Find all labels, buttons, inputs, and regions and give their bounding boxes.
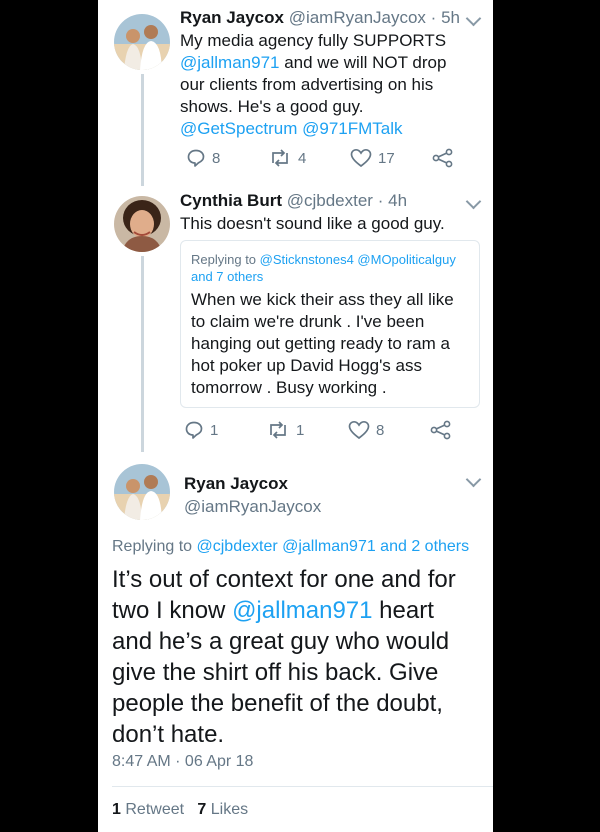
quoted-tweet[interactable]: Replying to @Sticknstones4 @MOpoliticalg… bbox=[180, 240, 480, 408]
chevron-down-icon[interactable] bbox=[465, 10, 482, 27]
replying-to: Replying to @cjbdexter @jallman971 and 2… bbox=[112, 538, 469, 556]
chevron-down-icon[interactable] bbox=[465, 193, 482, 210]
like-button[interactable]: 17 bbox=[350, 148, 432, 168]
share-button[interactable] bbox=[432, 148, 454, 168]
retweet-count: 1 bbox=[296, 421, 305, 439]
tweet-timestamp[interactable]: 8:47 AM · 06 Apr 18 bbox=[112, 753, 253, 771]
handle[interactable]: @cjbdexter bbox=[287, 191, 373, 210]
display-name[interactable]: Ryan Jaycox bbox=[180, 8, 284, 27]
share-button[interactable] bbox=[430, 420, 452, 440]
reply-button[interactable]: 1 bbox=[184, 420, 266, 440]
tweet-thread-screen: Ryan Jaycox @iamRyanJaycox · 5h My media… bbox=[98, 0, 493, 832]
like-icon bbox=[348, 420, 370, 440]
tweet-text-part: My media agency fully SUPPORTS bbox=[180, 31, 447, 50]
retweet-button[interactable]: 4 bbox=[268, 148, 350, 168]
mention-link[interactable]: @jallman971 bbox=[180, 53, 279, 72]
share-icon bbox=[432, 148, 453, 168]
quoted-text: When we kick their ass they all like to … bbox=[191, 290, 454, 397]
tweet-header: Ryan Jaycox @iamRyanJaycox · 5h bbox=[180, 8, 460, 28]
tweet-actions: 1 1 8 bbox=[184, 420, 452, 440]
retweet-icon bbox=[272, 149, 288, 167]
like-count: 8 bbox=[376, 421, 385, 439]
separator: · bbox=[377, 191, 384, 210]
quoted-replying-to: Replying to @Sticknstones4 @MOpoliticalg… bbox=[191, 251, 471, 285]
engagement-stats: 1 Retweet 7 Likes bbox=[112, 801, 248, 819]
handle[interactable]: @iamRyanJaycox bbox=[184, 497, 321, 517]
tweet-header: Cynthia Burt @cjbdexter · 4h bbox=[180, 191, 407, 211]
reply-count: 1 bbox=[210, 421, 219, 439]
replying-prefix: Replying to bbox=[112, 538, 193, 555]
avatar[interactable] bbox=[114, 196, 170, 252]
tweet-text: My media agency fully SUPPORTS @jallman9… bbox=[180, 30, 470, 140]
mention-link[interactable]: @971FMTalk bbox=[302, 119, 402, 138]
timestamp[interactable]: 4h bbox=[388, 191, 407, 210]
handle[interactable]: @iamRyanJaycox bbox=[289, 8, 426, 27]
avatar-photo bbox=[114, 464, 170, 520]
reply-button[interactable]: 8 bbox=[186, 148, 268, 168]
retweet-stat-count: 1 bbox=[112, 801, 121, 818]
share-icon bbox=[430, 420, 451, 440]
display-name[interactable]: Ryan Jaycox bbox=[184, 474, 288, 494]
retweet-icon bbox=[270, 421, 286, 439]
mention-link[interactable]: @jallman971 bbox=[232, 597, 372, 624]
reply-count: 8 bbox=[212, 149, 221, 167]
chevron-down-icon[interactable] bbox=[465, 471, 482, 488]
like-button[interactable]: 8 bbox=[348, 420, 430, 440]
like-icon bbox=[350, 148, 372, 168]
avatar-photo bbox=[114, 14, 170, 70]
reply-icon bbox=[187, 149, 205, 167]
avatar-photo bbox=[114, 196, 170, 252]
display-name[interactable]: Cynthia Burt bbox=[180, 191, 282, 210]
reply-icon bbox=[185, 421, 203, 439]
like-stat-count: 7 bbox=[197, 801, 207, 818]
like-stat[interactable]: 7 Likes bbox=[197, 801, 248, 818]
like-stat-label: Likes bbox=[210, 801, 249, 818]
mention-link[interactable]: @GetSpectrum bbox=[180, 119, 297, 138]
separator: · bbox=[430, 8, 437, 27]
tweet-text: It’s out of context for one and for two … bbox=[112, 564, 472, 750]
tweet-text: This doesn't sound like a good guy. bbox=[180, 214, 445, 233]
retweet-stat[interactable]: 1 Retweet bbox=[112, 801, 189, 818]
divider bbox=[112, 786, 493, 787]
retweet-count: 4 bbox=[298, 149, 307, 167]
thread-connector bbox=[141, 256, 144, 452]
retweet-stat-label: Retweet bbox=[125, 801, 185, 818]
avatar[interactable] bbox=[114, 14, 170, 70]
avatar[interactable] bbox=[114, 464, 170, 520]
retweet-button[interactable]: 1 bbox=[266, 420, 348, 440]
thread-connector bbox=[141, 74, 144, 186]
replying-to-links[interactable]: @cjbdexter @jallman971 and 2 others bbox=[197, 538, 470, 555]
like-count: 17 bbox=[378, 149, 395, 167]
tweet-actions: 8 4 17 bbox=[186, 148, 454, 168]
timestamp[interactable]: 5h bbox=[441, 8, 460, 27]
replying-prefix: Replying to bbox=[191, 252, 257, 267]
